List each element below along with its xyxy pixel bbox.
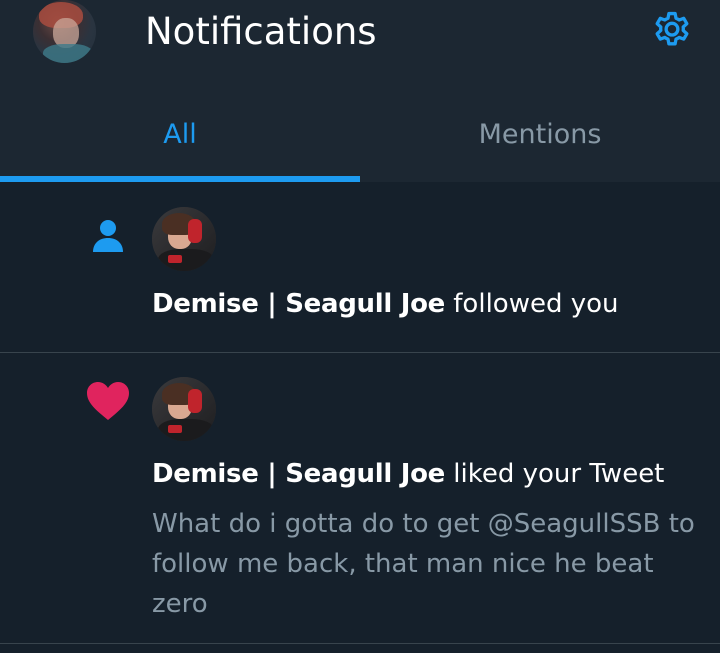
notification-text: Demise | Seagull Joe followed you: [152, 287, 619, 321]
user-avatar[interactable]: [152, 377, 216, 441]
notifications-screen: Notifications All Mentions Demise | Seag…: [0, 0, 720, 653]
profile-avatar[interactable]: [33, 0, 96, 63]
tab-all[interactable]: All: [0, 100, 360, 182]
heart-icon: [86, 381, 130, 421]
gear-icon[interactable]: [650, 9, 694, 53]
user-avatar[interactable]: [152, 207, 216, 271]
tab-mentions[interactable]: Mentions: [360, 100, 720, 182]
avatar-shirt: [158, 419, 214, 441]
page-title: Notifications: [145, 10, 377, 53]
user-name[interactable]: Demise | Seagull Joe: [152, 289, 445, 319]
notification-action: followed you: [445, 289, 619, 319]
avatar-clothing: [43, 44, 93, 63]
header: Notifications All Mentions: [0, 0, 720, 182]
tweet-snippet[interactable]: What do i gotta do to get @SeagullSSB to…: [152, 504, 702, 624]
notification-text: Demise | Seagull Joe liked your Tweet: [152, 457, 664, 491]
avatar-logo: [168, 425, 182, 433]
list-bottom: [0, 644, 720, 653]
notification-item[interactable]: Demise | Seagull Joe followed you: [0, 183, 720, 353]
avatar-headset: [188, 219, 202, 243]
avatar-logo: [168, 255, 182, 263]
user-name[interactable]: Demise | Seagull Joe: [152, 459, 445, 489]
notification-item[interactable]: Demise | Seagull Joe liked your Tweet Wh…: [0, 353, 720, 644]
avatar-shirt: [158, 249, 214, 271]
notification-action: liked your Tweet: [445, 459, 665, 489]
active-tab-indicator: [0, 176, 360, 182]
tab-mentions-label: Mentions: [478, 119, 602, 150]
avatar-headset: [188, 389, 202, 413]
person-icon: [91, 219, 125, 253]
tab-all-label: All: [163, 119, 197, 150]
